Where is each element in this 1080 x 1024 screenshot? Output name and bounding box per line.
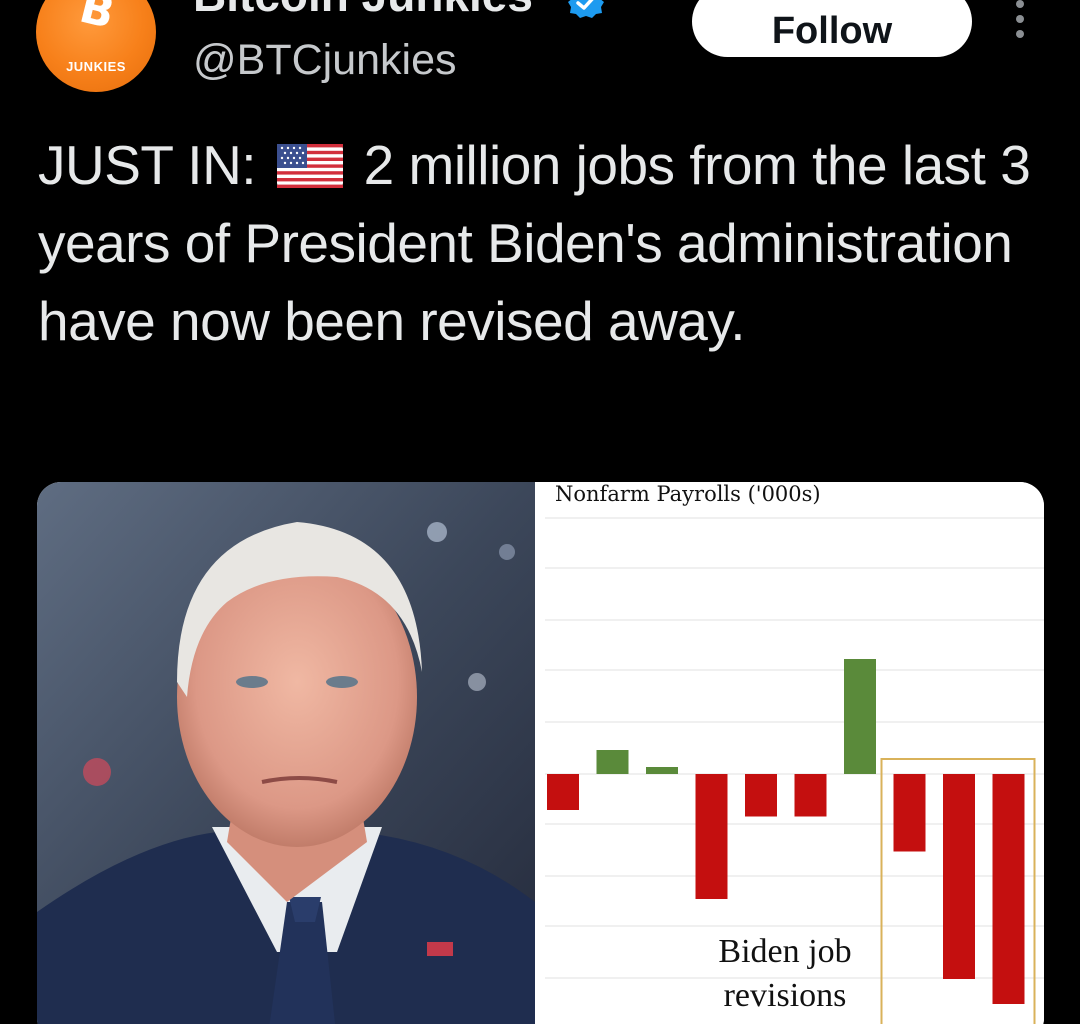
bitcoin-logo-icon: B [74,0,120,40]
us-flag-icon [276,144,343,188]
avatar-brand-text: JUNKIES [66,59,126,74]
more-dot [1016,30,1024,38]
more-dot [1016,15,1024,23]
chart-bar [547,774,579,810]
chart-annotation: Biden job revisions [718,933,852,1014]
chart-bar [943,774,975,979]
chart-bar [893,774,926,852]
tweet-text: JUST IN: 2 million jobs from the last 3 … [38,126,1048,360]
tweet-prefix: JUST IN: [38,134,257,196]
biden-photo[interactable] [37,482,535,1024]
chart-bar [596,750,629,774]
chart-bar [745,774,777,817]
display-name[interactable]: Bitcoin Junkies [193,0,533,20]
verified-badge-icon [568,0,604,18]
account-handle[interactable]: @BTCjunkies [193,36,457,84]
chart-bar [646,767,678,774]
chart-title: Nonfarm Payrolls ('000s) [555,482,821,506]
payrolls-chart[interactable]: Nonfarm Payrolls ('000s) Biden job revis… [545,482,1044,1024]
chart-bar [844,659,876,774]
tweet-media[interactable]: Nonfarm Payrolls ('000s) Biden job revis… [37,482,1044,1024]
chart-bar [992,774,1025,1004]
chart-bar [695,774,728,899]
account-avatar[interactable]: B JUNKIES [36,0,156,92]
more-options-icon[interactable] [1008,0,1032,44]
chart-bar [794,774,827,817]
more-dot [1016,0,1024,8]
follow-button[interactable]: Follow [692,0,972,57]
